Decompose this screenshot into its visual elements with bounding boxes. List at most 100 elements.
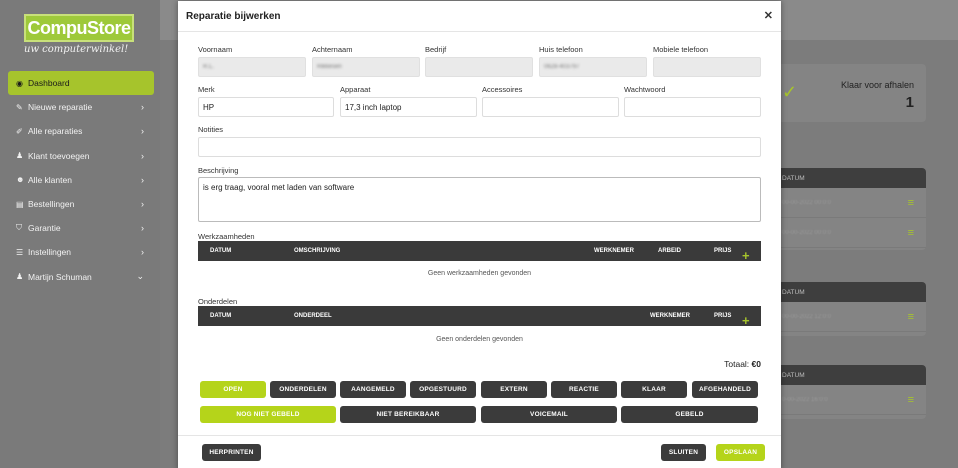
accessoires-label: Accessoires [482,85,523,94]
wachtwoord-field[interactable] [624,97,761,117]
column-header: ONDERDEEL [294,313,332,319]
mobiele-telefoon-label: Mobiele telefoon [653,45,709,54]
sidebar-item-garantie[interactable]: ⛉ Garantie › [8,216,154,240]
wachtwoord-label: Wachtwoord [624,85,666,94]
add-werkzaamheid-icon[interactable]: + [742,248,750,263]
table-row: 00-00-2022 12:0:0 ≡ [770,302,926,332]
werkzaamheden-title: Werkzaamheden [198,232,255,241]
menu-icon[interactable]: ≡ [908,197,914,209]
notities-label: Notities [198,125,224,134]
table-card: DATUM 0-00-2022 16:0:0 ≡ [770,365,926,419]
tools-icon: ✐ [16,126,23,136]
shield-icon: ⛉ [16,223,22,233]
status-afgehandeld-button[interactable]: AFGEHANDELD [692,381,758,398]
klaar-label: Klaar voor afhalen [840,80,914,90]
users-icon: ☻ [16,175,25,185]
dashboard-icon: ◉ [16,78,23,88]
sidebar: Compu Store uw computerwinkel! ◉ Dashboard… [0,0,160,468]
sidebar-item-alle-reparaties[interactable]: ✐ Alle reparaties › [8,119,154,143]
sidebar-item-bestellingen[interactable]: ▤ Bestellingen › [8,192,154,216]
sluiten-button[interactable]: SLUITEN [661,444,706,461]
werkzaamheden-empty: Geen werkzaamheden gevonden [427,270,532,277]
contact-niet-bereikbaar-button[interactable]: NIET BEREIKBAAR [340,406,476,423]
column-header: ARBEID [658,248,682,254]
opslaan-button[interactable]: OPSLAAN [716,444,765,461]
onderdelen-empty: Geen onderdelen gevonden [436,336,523,343]
apparaat-field[interactable]: 17,3 inch laptop [340,97,477,117]
contact-voicemail-button[interactable]: VOICEMAIL [481,406,617,423]
klaar-card: ✓ Klaar voor afhalen 1 [770,64,926,122]
column-header: DATUM [210,248,232,254]
status-open-button[interactable]: OPEN [200,381,266,398]
contact-gebeld-button[interactable]: GEBELD [621,406,758,423]
table-header: DATUM [770,168,926,188]
wrench-icon: ✎ [16,102,23,112]
contact-nog-niet-gebeld-button[interactable]: NOG NIET GEBELD [200,406,336,423]
check-icon: ✓ [782,82,798,102]
voornaam-field: R.L. [198,57,306,77]
menu-icon[interactable]: ≡ [908,311,914,323]
column-header: PRIJS [714,248,732,254]
menu-icon[interactable]: ≡ [908,227,914,239]
person-icon: ♟ [16,151,24,161]
status-reactie-button[interactable]: REACTIE [551,381,617,398]
table-card: DATUM 00-00-2022 12:0:0 ≡ [770,282,926,336]
table-header: DATUM [770,282,926,302]
table-row: 00-00-2022 00:0:0 ≡ [770,218,926,248]
sidebar-item-dashboard[interactable]: ◉ Dashboard [8,71,154,96]
close-icon[interactable]: ✕ [764,9,773,22]
onderdelen-title: Onderdelen [198,297,238,306]
notities-field[interactable] [198,137,761,157]
status-onderdelen-button[interactable]: ONDERDELEN [270,381,336,398]
sidebar-item-instellingen[interactable]: ☰ Instellingen › [8,240,154,264]
gear-icon: ☰ [16,247,24,257]
chevron-right-icon: › [141,223,144,234]
column-header: OMSCHRIJVING [294,248,341,254]
column-header: WERKNEMER [594,248,634,254]
mobiele-telefoon-field [653,57,761,77]
column-header: DATUM [210,313,232,319]
achternaam-label: Achternaam [312,45,353,54]
chevron-right-icon: › [141,247,144,258]
sidebar-nav: ◉ Dashboard ✎ Nieuwe reparatie › ✐ Alle repa… [8,71,154,289]
repair-modal: Reparatie bijwerken ✕ Voornaam R.L. Acht… [178,1,781,468]
person-icon: ♟ [16,272,24,282]
accessoires-field[interactable] [482,97,619,117]
merk-field[interactable]: HP [198,97,334,117]
achternaam-field: Rikkesen [312,57,420,77]
sidebar-item-alle-klanten[interactable]: ☻ Alle klanten › [8,168,154,192]
chevron-right-icon: › [141,174,144,185]
werkzaamheden-table-header: DATUM OMSCHRIJVING WERKNEMER ARBEID PRIJ… [198,241,761,263]
table-row: 0-00-2022 16:0:0 ≡ [770,385,926,415]
cart-icon: ▤ [16,199,24,209]
merk-label: Merk [198,85,215,94]
huis-telefoon-field: 0628-403797 [539,57,647,77]
chevron-right-icon: › [141,126,144,137]
bedrijf-field [425,57,533,77]
status-extern-button[interactable]: EXTERN [481,381,547,398]
sidebar-item-klant-toevoegen[interactable]: ♟ Klant toevoegen › [8,144,154,168]
menu-icon[interactable]: ≡ [908,394,914,406]
bedrijf-label: Bedrijf [425,45,447,54]
klaar-count: 1 [905,94,914,111]
logo-tagline: uw computerwinkel! [24,44,129,55]
totaal: Totaal: €0 [724,359,761,369]
onderdelen-table-header: DATUM ONDERDEEL WERKNEMER PRIJS + [198,306,761,328]
sidebar-item-nieuwe-reparatie[interactable]: ✎ Nieuwe reparatie › [8,95,154,119]
status-aangemeld-button[interactable]: AANGEMELD [340,381,406,398]
table-card: DATUM 00-00-2022 00:0:0 ≡ 00-00-2022 00:0… [770,168,926,250]
chevron-right-icon: › [141,199,144,210]
sidebar-item-user[interactable]: ♟ Martijn Schuman ⌄ [8,265,154,289]
chevron-right-icon: › [141,150,144,161]
herprinten-button[interactable]: HERPRINTEN [202,444,261,461]
status-opgestuurd-button[interactable]: OPGESTUURD [410,381,476,398]
table-header: DATUM [770,365,926,385]
footer-divider [178,435,781,436]
beschrijving-textarea[interactable]: is erg traag, vooral met laden van softw… [198,177,761,222]
chevron-down-icon: ⌄ [136,271,144,282]
modal-header: Reparatie bijwerken ✕ [178,1,781,32]
add-onderdeel-icon[interactable]: + [742,313,750,328]
logo: Compu Store uw computerwinkel! [24,14,138,58]
beschrijving-label: Beschrijving [198,166,239,175]
status-klaar-button[interactable]: KLAAR [621,381,687,398]
